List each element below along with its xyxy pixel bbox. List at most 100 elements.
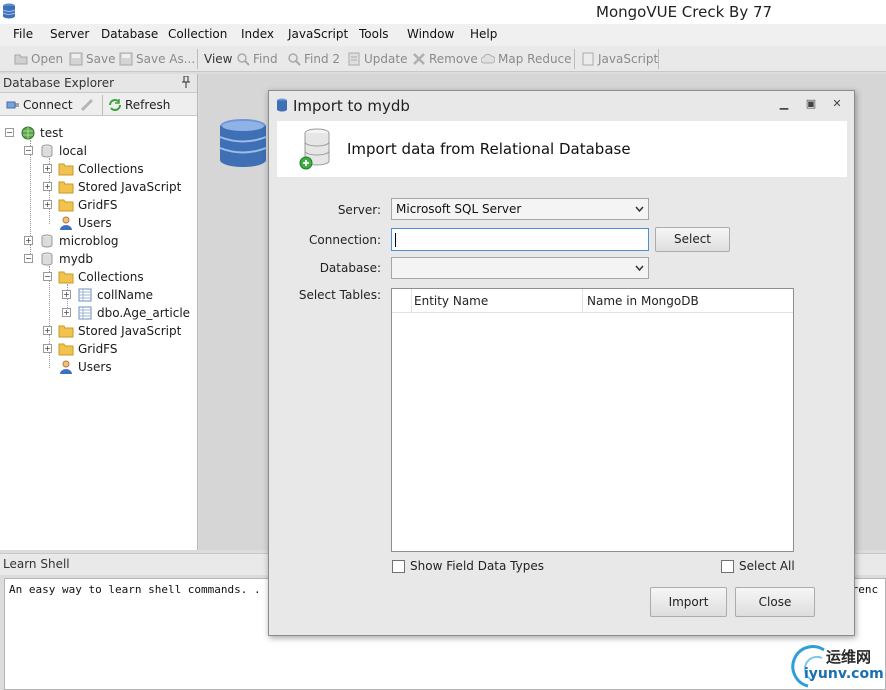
import-button[interactable]: Import xyxy=(650,587,727,617)
tree-node-collection[interactable]: + collName xyxy=(62,286,153,304)
tree-node-local-collections[interactable]: + Collections xyxy=(43,160,144,178)
map-reduce-label: Map Reduce xyxy=(498,52,572,66)
select-button[interactable]: Select xyxy=(655,227,730,252)
grid-header: Entity Name Name in MongoDB xyxy=(392,289,793,313)
save-as-button[interactable]: Save As... xyxy=(119,50,195,68)
tables-grid[interactable]: Entity Name Name in MongoDB xyxy=(391,288,794,552)
expand-icon[interactable]: + xyxy=(62,290,71,299)
connection-input[interactable] xyxy=(391,228,649,251)
expand-icon[interactable]: + xyxy=(62,308,71,317)
database-label: Database: xyxy=(319,261,381,275)
dialog-header-title: Import data from Relational Database xyxy=(347,140,631,158)
main-toolbar: Open Save Save As... View Find Find 2 Up… xyxy=(0,46,886,72)
collapse-icon[interactable]: − xyxy=(24,146,33,155)
database-select[interactable] xyxy=(391,257,649,279)
explorer-header: Database Explorer xyxy=(0,74,197,93)
collapse-icon[interactable]: − xyxy=(5,128,14,137)
server-select[interactable]: Microsoft SQL Server xyxy=(391,198,649,220)
find2-label: Find 2 xyxy=(304,52,341,66)
refresh-icon xyxy=(109,99,121,111)
pin-icon[interactable] xyxy=(181,76,191,88)
show-field-types-checkbox[interactable] xyxy=(392,560,405,573)
collapse-icon[interactable]: − xyxy=(43,272,52,281)
menu-server[interactable]: Server xyxy=(50,27,89,41)
remove-label: Remove xyxy=(429,52,478,66)
tree-node-server[interactable]: − test xyxy=(5,124,63,142)
menu-collection[interactable]: Collection xyxy=(168,27,227,41)
select-all-label[interactable]: Select All xyxy=(739,559,795,573)
dialog-title-bar[interactable]: Import to mydb ▁ ▣ ✕ xyxy=(269,91,854,119)
tree-label: collName xyxy=(97,288,154,302)
toolbar-separator xyxy=(197,49,198,69)
tree-node-local-gridfs[interactable]: + GridFS xyxy=(43,196,118,214)
tree-node-microblog[interactable]: + microblog xyxy=(24,232,119,250)
menu-index[interactable]: Index xyxy=(241,27,274,41)
save-as-label: Save As... xyxy=(136,52,196,66)
expand-icon[interactable]: + xyxy=(43,164,52,173)
server-label: Server: xyxy=(337,203,381,217)
close-button[interactable]: Close xyxy=(735,587,815,617)
show-field-types-label[interactable]: Show Field Data Types xyxy=(410,559,544,573)
update-button[interactable]: Update xyxy=(347,50,407,68)
menu-javascript[interactable]: JavaScript xyxy=(288,27,348,41)
connect-button[interactable]: Connect xyxy=(6,96,73,114)
refresh-button[interactable]: Refresh xyxy=(108,96,170,114)
disconnect-button[interactable] xyxy=(80,96,97,114)
database-icon xyxy=(41,252,53,266)
dialog-title: Import to mydb xyxy=(293,97,410,115)
menu-window[interactable]: Window xyxy=(407,27,454,41)
save-button[interactable]: Save xyxy=(69,50,115,68)
javascript-button[interactable]: JavaScript xyxy=(581,50,658,68)
explorer-toolbar: Connect Refresh xyxy=(0,93,197,116)
tree-node-mydb-stored-js[interactable]: + Stored JavaScript xyxy=(43,322,181,340)
column-header-entity-name[interactable]: Entity Name xyxy=(414,294,488,308)
close-icon[interactable]: ✕ xyxy=(830,98,844,110)
tree-node-collection[interactable]: + dbo.Age_article xyxy=(62,304,190,322)
tree-node-mydb-collections[interactable]: − Collections xyxy=(43,268,144,286)
dialog-banner: Import data from Relational Database xyxy=(277,121,847,177)
collapse-icon[interactable]: − xyxy=(24,254,33,263)
find-button[interactable]: Find xyxy=(236,50,278,68)
map-reduce-button[interactable]: Map Reduce xyxy=(481,50,572,68)
expand-icon[interactable]: + xyxy=(43,200,52,209)
folder-icon xyxy=(58,325,74,338)
expand-icon[interactable]: + xyxy=(24,236,33,245)
connection-label: Connection: xyxy=(309,233,381,247)
minimize-icon[interactable]: ▁ xyxy=(777,98,791,110)
open-button[interactable]: Open xyxy=(14,50,63,68)
column-header-name-in-mongodb[interactable]: Name in MongoDB xyxy=(587,294,699,308)
expand-icon[interactable]: + xyxy=(43,182,52,191)
tree-node-local-users[interactable]: Users xyxy=(58,214,112,232)
toolbar-separator xyxy=(658,49,659,69)
server-value: Microsoft SQL Server xyxy=(396,202,522,216)
remove-button[interactable]: Remove xyxy=(412,50,478,68)
tree-node-mydb-gridfs[interactable]: + GridFS xyxy=(43,340,118,358)
menu-bar: File Server Database Collection Index Ja… xyxy=(0,24,886,46)
chevron-down-icon xyxy=(635,265,644,272)
update-icon xyxy=(348,52,360,66)
tree-node-local-stored-js[interactable]: + Stored JavaScript xyxy=(43,178,181,196)
tree-node-mydb-users[interactable]: Users xyxy=(58,358,112,376)
menu-database[interactable]: Database xyxy=(101,27,158,41)
watermark-text-en: iyunv.com xyxy=(804,666,884,682)
maximize-icon[interactable]: ▣ xyxy=(804,98,818,110)
expand-icon[interactable]: + xyxy=(43,326,52,335)
menu-file[interactable]: File xyxy=(13,27,33,41)
javascript-label: JavaScript xyxy=(598,52,659,66)
tree-node-mydb[interactable]: − mydb xyxy=(24,250,93,268)
tree-node-local[interactable]: − local xyxy=(24,142,87,160)
expand-icon[interactable]: + xyxy=(43,344,52,353)
mongovue-app-icon[interactable] xyxy=(2,3,16,19)
select-all-checkbox[interactable] xyxy=(721,560,734,573)
find2-button[interactable]: Find 2 xyxy=(287,50,340,68)
save-icon xyxy=(69,52,83,66)
tree-label: local xyxy=(59,144,87,158)
database-explorer-panel: Database Explorer Connect Refresh − test… xyxy=(0,74,198,550)
menu-tools[interactable]: Tools xyxy=(359,27,389,41)
tree-label: Users xyxy=(78,360,112,374)
tree-label: Collections xyxy=(78,270,144,284)
view-button[interactable]: View xyxy=(204,50,232,68)
user-icon xyxy=(60,360,72,374)
globe-icon xyxy=(21,126,35,140)
menu-help[interactable]: Help xyxy=(470,27,497,41)
